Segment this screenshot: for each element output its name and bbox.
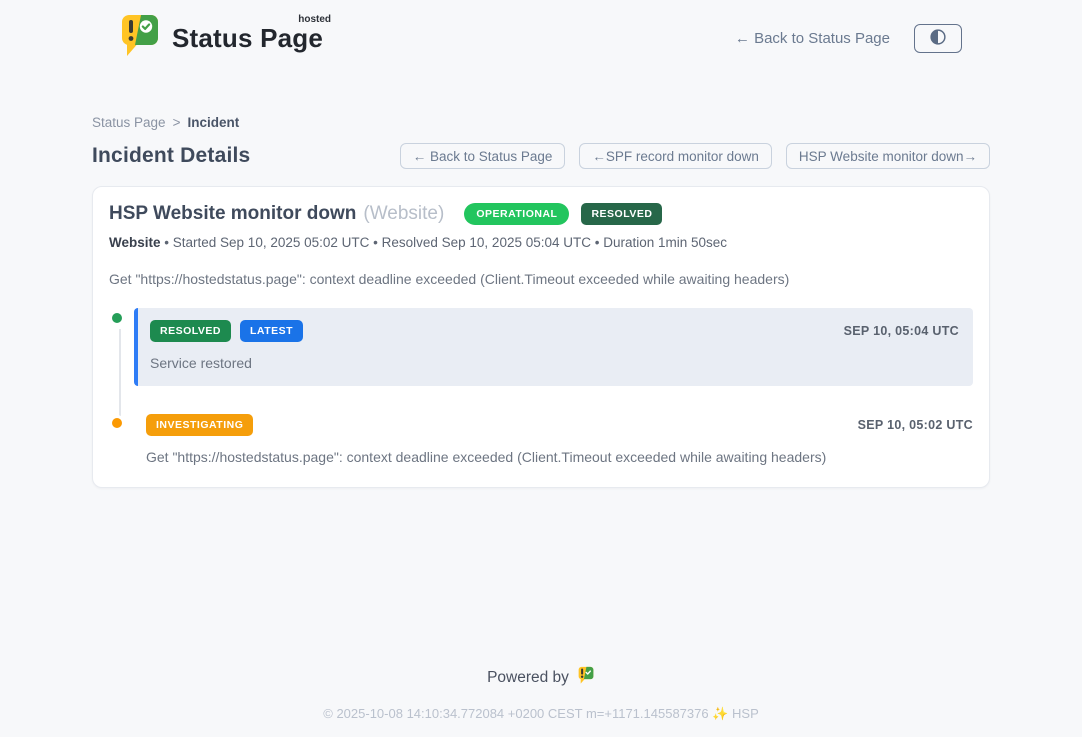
timeline-entry-content: INVESTIGATING SEP 10, 05:02 UTC Get "htt… <box>134 414 973 465</box>
page-title: Incident Details <box>92 144 250 168</box>
investigating-badge: INVESTIGATING <box>146 414 253 436</box>
logo[interactable]: Status Page hosted <box>118 13 323 64</box>
timeline-timestamp: SEP 10, 05:04 UTC <box>844 324 959 338</box>
timeline-badges: INVESTIGATING <box>146 414 253 436</box>
theme-toggle-button[interactable] <box>914 24 962 53</box>
breadcrumb-separator: > <box>173 115 181 130</box>
incident-description: Get "https://hostedstatus.page": context… <box>109 271 973 287</box>
timeline-message: Service restored <box>150 355 959 371</box>
incident-card-header: HSP Website monitor down (Website) OPERA… <box>109 203 973 225</box>
latest-badge: LATEST <box>240 320 303 342</box>
timeline-entry-header: INVESTIGATING SEP 10, 05:02 UTC <box>146 414 973 436</box>
status-page-mini-logo-icon[interactable] <box>577 666 595 690</box>
incident-component: (Website) <box>363 203 444 225</box>
timeline-entry-content: RESOLVED LATEST SEP 10, 05:04 UTC Servic… <box>134 308 973 386</box>
timeline-entry-resolved: RESOLVED LATEST SEP 10, 05:04 UTC Servic… <box>109 309 973 386</box>
prev-incident-button[interactable]: ←SPF record monitor down <box>579 143 772 169</box>
operational-status-badge: OPERATIONAL <box>464 203 569 225</box>
timeline-dot-orange <box>109 415 125 431</box>
incident-timeline: RESOLVED LATEST SEP 10, 05:04 UTC Servic… <box>109 309 973 465</box>
title-row: Incident Details ← Back to Status Page ←… <box>92 143 990 169</box>
timeline-message: Get "https://hostedstatus.page": context… <box>146 449 973 465</box>
incident-card: HSP Website monitor down (Website) OPERA… <box>92 186 990 488</box>
back-to-status-page-button[interactable]: ← Back to Status Page <box>400 143 566 169</box>
logo-superscript: hosted <box>298 14 331 25</box>
status-page-logo-icon <box>118 13 162 64</box>
resolved-badge: RESOLVED <box>150 320 231 342</box>
timeline-badges: RESOLVED LATEST <box>150 320 303 342</box>
header-back-link[interactable]: ← Back to Status Page <box>735 30 890 47</box>
header: Status Page hosted ← Back to Status Page <box>0 0 1082 62</box>
timeline-dot-green <box>109 310 125 326</box>
breadcrumb: Status Page > Incident <box>92 115 990 130</box>
incident-meta-details: • Started Sep 10, 2025 05:02 UTC • Resol… <box>164 235 727 250</box>
resolved-state-badge: RESOLVED <box>581 203 662 225</box>
powered-by-label: Powered by <box>487 669 569 687</box>
powered-by: Powered by <box>92 666 990 690</box>
header-right: ← Back to Status Page <box>735 24 962 53</box>
main-content: Status Page > Incident Incident Details ← … <box>92 115 990 722</box>
logo-text: Status Page <box>172 23 323 53</box>
breadcrumb-root[interactable]: Status Page <box>92 115 166 130</box>
footer: Powered by © 2025-10-08 14:10:34.772084 … <box>92 666 990 722</box>
timeline-entry-investigating: INVESTIGATING SEP 10, 05:02 UTC Get "htt… <box>109 414 973 465</box>
contrast-icon <box>927 26 949 51</box>
next-incident-button[interactable]: HSP Website monitor down→ <box>786 143 990 169</box>
breadcrumb-current: Incident <box>187 115 239 130</box>
incident-title: HSP Website monitor down <box>109 203 356 225</box>
incident-meta-component: Website <box>109 235 161 250</box>
incident-nav-buttons: ← Back to Status Page ←SPF record monito… <box>400 143 990 169</box>
incident-meta: Website • Started Sep 10, 2025 05:02 UTC… <box>109 235 973 250</box>
timeline-timestamp: SEP 10, 05:02 UTC <box>858 418 973 432</box>
copyright-text: © 2025-10-08 14:10:34.772084 +0200 CEST … <box>92 706 990 722</box>
timeline-entry-header: RESOLVED LATEST SEP 10, 05:04 UTC <box>150 320 959 342</box>
